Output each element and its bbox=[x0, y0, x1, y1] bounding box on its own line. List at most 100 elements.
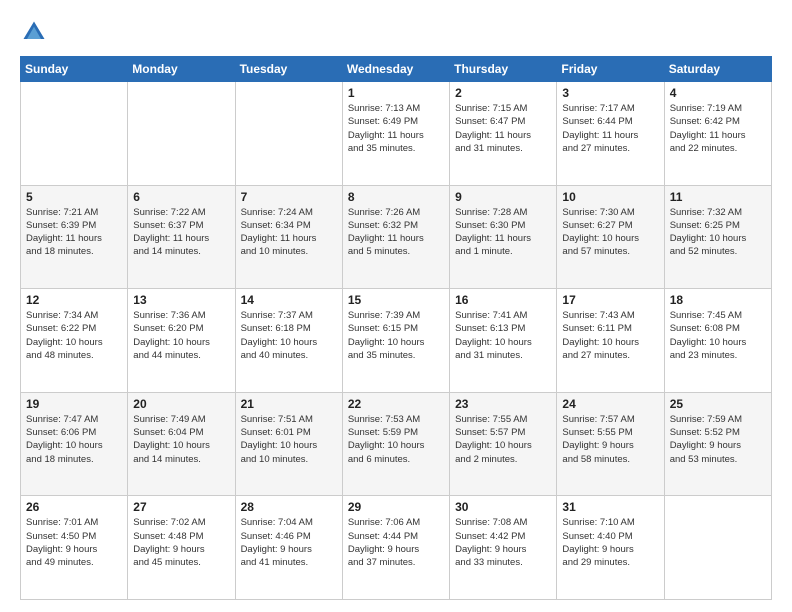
calendar-cell: 6 Sunrise: 7:22 AM Sunset: 6:37 PM Daylig… bbox=[128, 185, 235, 289]
calendar-cell: 25 Sunrise: 7:59 AM Sunset: 5:52 PM Dayli… bbox=[664, 392, 771, 496]
calendar-cell bbox=[235, 82, 342, 186]
calendar-cell: 1Sunrise: 7:13 AM Sunset: 6:49 PM Daylig… bbox=[342, 82, 449, 186]
day-info: Sunrise: 7:02 AM Sunset: 4:48 PM Dayligh… bbox=[133, 516, 229, 569]
day-info: Sunrise: 7:51 AM Sunset: 6:01 PM Dayligh… bbox=[241, 413, 337, 466]
calendar-cell: 8 Sunrise: 7:26 AM Sunset: 6:32 PM Daylig… bbox=[342, 185, 449, 289]
day-info: Sunrise: 7:04 AM Sunset: 4:46 PM Dayligh… bbox=[241, 516, 337, 569]
calendar-cell: 13Sunrise: 7:36 AM Sunset: 6:20 PM Dayli… bbox=[128, 289, 235, 393]
week-row-4: 26 Sunrise: 7:01 AM Sunset: 4:50 PM Dayli… bbox=[21, 496, 772, 600]
day-info: Sunrise: 7:59 AM Sunset: 5:52 PM Dayligh… bbox=[670, 413, 766, 466]
calendar-cell: 21 Sunrise: 7:51 AM Sunset: 6:01 PM Dayli… bbox=[235, 392, 342, 496]
day-number: 27 bbox=[133, 500, 229, 514]
week-row-3: 19 Sunrise: 7:47 AM Sunset: 6:06 PM Dayli… bbox=[21, 392, 772, 496]
day-info: Sunrise: 7:39 AM Sunset: 6:15 PM Dayligh… bbox=[348, 309, 444, 362]
day-number: 25 bbox=[670, 397, 766, 411]
calendar-cell: 2 Sunrise: 7:15 AM Sunset: 6:47 PM Daylig… bbox=[450, 82, 557, 186]
day-number: 10 bbox=[562, 190, 658, 204]
day-number: 8 bbox=[348, 190, 444, 204]
day-info: Sunrise: 7:22 AM Sunset: 6:37 PM Dayligh… bbox=[133, 206, 229, 259]
day-number: 2 bbox=[455, 86, 551, 100]
day-number: 16 bbox=[455, 293, 551, 307]
week-row-2: 12 Sunrise: 7:34 AM Sunset: 6:22 PM Dayli… bbox=[21, 289, 772, 393]
weekday-header-saturday: Saturday bbox=[664, 57, 771, 82]
weekday-header-row: SundayMondayTuesdayWednesdayThursdayFrid… bbox=[21, 57, 772, 82]
day-info: Sunrise: 7:53 AM Sunset: 5:59 PM Dayligh… bbox=[348, 413, 444, 466]
calendar-cell: 24 Sunrise: 7:57 AM Sunset: 5:55 PM Dayli… bbox=[557, 392, 664, 496]
day-number: 24 bbox=[562, 397, 658, 411]
day-number: 20 bbox=[133, 397, 229, 411]
day-number: 28 bbox=[241, 500, 337, 514]
day-info: Sunrise: 7:10 AM Sunset: 4:40 PM Dayligh… bbox=[562, 516, 658, 569]
day-info: Sunrise: 7:24 AM Sunset: 6:34 PM Dayligh… bbox=[241, 206, 337, 259]
day-number: 7 bbox=[241, 190, 337, 204]
calendar-cell: 16 Sunrise: 7:41 AM Sunset: 6:13 PM Dayli… bbox=[450, 289, 557, 393]
day-number: 29 bbox=[348, 500, 444, 514]
week-row-1: 5Sunrise: 7:21 AM Sunset: 6:39 PM Daylig… bbox=[21, 185, 772, 289]
day-number: 18 bbox=[670, 293, 766, 307]
calendar-cell bbox=[664, 496, 771, 600]
calendar-cell: 9Sunrise: 7:28 AM Sunset: 6:30 PM Daylig… bbox=[450, 185, 557, 289]
logo-icon bbox=[20, 18, 48, 46]
day-info: Sunrise: 7:37 AM Sunset: 6:18 PM Dayligh… bbox=[241, 309, 337, 362]
day-number: 30 bbox=[455, 500, 551, 514]
day-number: 3 bbox=[562, 86, 658, 100]
day-number: 4 bbox=[670, 86, 766, 100]
day-info: Sunrise: 7:15 AM Sunset: 6:47 PM Dayligh… bbox=[455, 102, 551, 155]
calendar-cell: 4 Sunrise: 7:19 AM Sunset: 6:42 PM Daylig… bbox=[664, 82, 771, 186]
weekday-header-sunday: Sunday bbox=[21, 57, 128, 82]
calendar-cell bbox=[21, 82, 128, 186]
day-number: 12 bbox=[26, 293, 122, 307]
day-number: 6 bbox=[133, 190, 229, 204]
day-info: Sunrise: 7:17 AM Sunset: 6:44 PM Dayligh… bbox=[562, 102, 658, 155]
day-info: Sunrise: 7:30 AM Sunset: 6:27 PM Dayligh… bbox=[562, 206, 658, 259]
day-info: Sunrise: 7:13 AM Sunset: 6:49 PM Dayligh… bbox=[348, 102, 444, 155]
calendar-cell: 10 Sunrise: 7:30 AM Sunset: 6:27 PM Dayli… bbox=[557, 185, 664, 289]
day-info: Sunrise: 7:47 AM Sunset: 6:06 PM Dayligh… bbox=[26, 413, 122, 466]
day-info: Sunrise: 7:06 AM Sunset: 4:44 PM Dayligh… bbox=[348, 516, 444, 569]
day-number: 21 bbox=[241, 397, 337, 411]
day-number: 15 bbox=[348, 293, 444, 307]
day-info: Sunrise: 7:01 AM Sunset: 4:50 PM Dayligh… bbox=[26, 516, 122, 569]
calendar-cell: 5Sunrise: 7:21 AM Sunset: 6:39 PM Daylig… bbox=[21, 185, 128, 289]
calendar: SundayMondayTuesdayWednesdayThursdayFrid… bbox=[20, 56, 772, 600]
calendar-cell: 3 Sunrise: 7:17 AM Sunset: 6:44 PM Daylig… bbox=[557, 82, 664, 186]
week-row-0: 1Sunrise: 7:13 AM Sunset: 6:49 PM Daylig… bbox=[21, 82, 772, 186]
calendar-cell: 20 Sunrise: 7:49 AM Sunset: 6:04 PM Dayli… bbox=[128, 392, 235, 496]
day-number: 26 bbox=[26, 500, 122, 514]
day-info: Sunrise: 7:49 AM Sunset: 6:04 PM Dayligh… bbox=[133, 413, 229, 466]
calendar-cell: 26 Sunrise: 7:01 AM Sunset: 4:50 PM Dayli… bbox=[21, 496, 128, 600]
day-number: 11 bbox=[670, 190, 766, 204]
page: SundayMondayTuesdayWednesdayThursdayFrid… bbox=[0, 0, 792, 612]
weekday-header-wednesday: Wednesday bbox=[342, 57, 449, 82]
day-number: 23 bbox=[455, 397, 551, 411]
day-number: 19 bbox=[26, 397, 122, 411]
calendar-cell: 12 Sunrise: 7:34 AM Sunset: 6:22 PM Dayli… bbox=[21, 289, 128, 393]
calendar-cell: 27 Sunrise: 7:02 AM Sunset: 4:48 PM Dayli… bbox=[128, 496, 235, 600]
day-info: Sunrise: 7:45 AM Sunset: 6:08 PM Dayligh… bbox=[670, 309, 766, 362]
weekday-header-monday: Monday bbox=[128, 57, 235, 82]
calendar-cell: 29 Sunrise: 7:06 AM Sunset: 4:44 PM Dayli… bbox=[342, 496, 449, 600]
calendar-cell: 30 Sunrise: 7:08 AM Sunset: 4:42 PM Dayli… bbox=[450, 496, 557, 600]
day-info: Sunrise: 7:08 AM Sunset: 4:42 PM Dayligh… bbox=[455, 516, 551, 569]
weekday-header-tuesday: Tuesday bbox=[235, 57, 342, 82]
day-info: Sunrise: 7:41 AM Sunset: 6:13 PM Dayligh… bbox=[455, 309, 551, 362]
calendar-cell: 11Sunrise: 7:32 AM Sunset: 6:25 PM Dayli… bbox=[664, 185, 771, 289]
logo bbox=[20, 18, 52, 46]
calendar-cell: 28 Sunrise: 7:04 AM Sunset: 4:46 PM Dayli… bbox=[235, 496, 342, 600]
weekday-header-thursday: Thursday bbox=[450, 57, 557, 82]
weekday-header-friday: Friday bbox=[557, 57, 664, 82]
calendar-cell bbox=[128, 82, 235, 186]
header bbox=[20, 18, 772, 46]
calendar-cell: 19 Sunrise: 7:47 AM Sunset: 6:06 PM Dayli… bbox=[21, 392, 128, 496]
day-info: Sunrise: 7:36 AM Sunset: 6:20 PM Dayligh… bbox=[133, 309, 229, 362]
day-number: 22 bbox=[348, 397, 444, 411]
day-info: Sunrise: 7:34 AM Sunset: 6:22 PM Dayligh… bbox=[26, 309, 122, 362]
day-info: Sunrise: 7:19 AM Sunset: 6:42 PM Dayligh… bbox=[670, 102, 766, 155]
calendar-cell: 14Sunrise: 7:37 AM Sunset: 6:18 PM Dayli… bbox=[235, 289, 342, 393]
day-info: Sunrise: 7:57 AM Sunset: 5:55 PM Dayligh… bbox=[562, 413, 658, 466]
day-info: Sunrise: 7:26 AM Sunset: 6:32 PM Dayligh… bbox=[348, 206, 444, 259]
day-number: 5 bbox=[26, 190, 122, 204]
day-number: 9 bbox=[455, 190, 551, 204]
calendar-cell: 17Sunrise: 7:43 AM Sunset: 6:11 PM Dayli… bbox=[557, 289, 664, 393]
day-number: 31 bbox=[562, 500, 658, 514]
